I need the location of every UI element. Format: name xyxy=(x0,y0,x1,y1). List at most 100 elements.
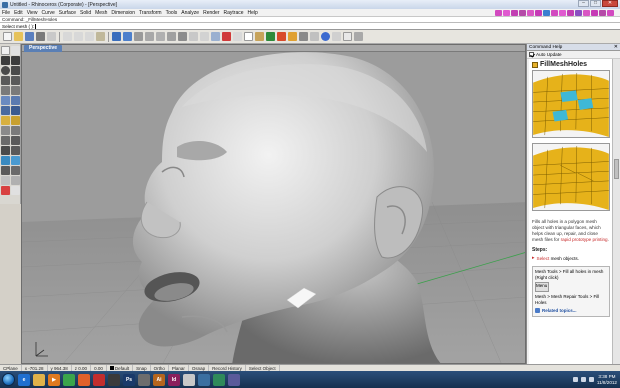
ie-icon[interactable]: e xyxy=(18,373,30,386)
app4-icon[interactable] xyxy=(228,373,240,386)
command-prompt[interactable]: Select mesh ( ): xyxy=(0,23,620,30)
menu-transform[interactable]: Transform xyxy=(139,10,162,16)
pdf-icon[interactable] xyxy=(93,373,105,386)
auto-update-checkbox[interactable]: Auto Update xyxy=(527,51,620,59)
clock[interactable]: 3:38 PM 11/8/2012 xyxy=(597,374,617,385)
maximize-button[interactable]: □ xyxy=(590,0,601,7)
acrobat-icon[interactable] xyxy=(183,373,195,386)
rotate-icon[interactable] xyxy=(1,156,10,165)
copy-object-icon[interactable] xyxy=(11,146,20,155)
polyline-icon[interactable] xyxy=(1,56,10,65)
rotate-view-icon[interactable] xyxy=(123,32,132,41)
app-icon[interactable] xyxy=(138,373,150,386)
point-icon[interactable] xyxy=(11,46,20,55)
arc-icon[interactable] xyxy=(11,66,20,75)
extrude-icon[interactable] xyxy=(11,96,20,105)
perspective-viewport[interactable]: Perspective xyxy=(21,44,526,364)
plugin-icon[interactable] xyxy=(567,10,574,16)
sphere-icon[interactable] xyxy=(11,106,20,115)
undo-view-icon[interactable] xyxy=(178,32,187,41)
curve-icon[interactable] xyxy=(1,86,10,95)
plugin-icon[interactable] xyxy=(503,10,510,16)
copy-icon[interactable] xyxy=(74,32,83,41)
cut-icon[interactable] xyxy=(63,32,72,41)
zoom-extents-icon[interactable] xyxy=(156,32,165,41)
plugin-icon[interactable] xyxy=(583,10,590,16)
open-folder-icon[interactable] xyxy=(14,32,23,41)
wireframe-icon[interactable] xyxy=(255,32,264,41)
media-player-icon[interactable]: ▶ xyxy=(48,373,60,386)
illustrator-icon[interactable]: Ai xyxy=(153,373,165,386)
layer-icon[interactable] xyxy=(233,32,242,41)
zoom-selected-icon[interactable] xyxy=(167,32,176,41)
plugin-icon[interactable] xyxy=(599,10,606,16)
fillet-icon[interactable] xyxy=(1,126,10,135)
viewport-title-tab[interactable]: Perspective xyxy=(24,45,63,52)
start-button[interactable] xyxy=(2,373,15,386)
menu-file[interactable]: File xyxy=(2,10,10,16)
trim-icon[interactable] xyxy=(11,126,20,135)
split-icon[interactable] xyxy=(1,136,10,145)
scrollbar-thumb[interactable] xyxy=(614,159,619,179)
light-icon[interactable] xyxy=(310,32,319,41)
dimension-icon[interactable] xyxy=(1,176,10,185)
zoom-window-icon[interactable] xyxy=(145,32,154,41)
analyze-icon[interactable] xyxy=(11,176,20,185)
move-icon[interactable] xyxy=(1,146,10,155)
select-arrow-icon[interactable] xyxy=(1,46,10,55)
array-icon[interactable] xyxy=(11,166,20,175)
photoshop-icon[interactable]: Ps xyxy=(123,373,135,386)
rendered-icon[interactable] xyxy=(277,32,286,41)
explorer-icon[interactable] xyxy=(33,373,45,386)
plugin-icon[interactable] xyxy=(495,10,502,16)
render-sphere-icon[interactable] xyxy=(321,32,330,41)
join-icon[interactable] xyxy=(11,136,20,145)
boolean-icon[interactable] xyxy=(11,116,20,125)
save-icon[interactable] xyxy=(25,32,34,41)
box-icon[interactable] xyxy=(1,106,10,115)
ghosted-icon[interactable] xyxy=(288,32,297,41)
close-button[interactable]: ✕ xyxy=(602,0,618,7)
menu-tools[interactable]: Tools xyxy=(166,10,178,16)
plane-icon[interactable] xyxy=(1,96,10,105)
plugin-icon[interactable] xyxy=(607,10,614,16)
scan-head-model[interactable] xyxy=(22,52,526,364)
render-icon[interactable] xyxy=(1,186,10,195)
checkbox-icon[interactable] xyxy=(529,52,534,57)
close-panel-icon[interactable]: ✕ xyxy=(614,44,618,51)
pan-icon[interactable] xyxy=(112,32,121,41)
flag-icon[interactable] xyxy=(588,377,594,382)
indesign-icon[interactable]: Id xyxy=(168,373,180,386)
menu-curve[interactable]: Curve xyxy=(41,10,54,16)
text-icon[interactable] xyxy=(11,86,20,95)
help-icon[interactable] xyxy=(354,32,363,41)
network-icon[interactable] xyxy=(572,377,578,382)
menu-mesh[interactable]: Mesh xyxy=(95,10,107,16)
menu-view[interactable]: View xyxy=(27,10,38,16)
menu-raytrace[interactable]: Raytrace xyxy=(224,10,244,16)
scale-icon[interactable] xyxy=(11,156,20,165)
chrome-icon[interactable] xyxy=(63,373,75,386)
mesh-icon[interactable] xyxy=(1,116,10,125)
xray-icon[interactable] xyxy=(299,32,308,41)
circle-icon[interactable] xyxy=(1,66,10,75)
rhino-icon[interactable] xyxy=(108,373,120,386)
plugin-icon[interactable] xyxy=(575,10,582,16)
named-views-icon[interactable] xyxy=(200,32,209,41)
polygon-icon[interactable] xyxy=(11,76,20,85)
menu-help[interactable]: Help xyxy=(248,10,258,16)
plugin-icon[interactable] xyxy=(527,10,534,16)
plugin-icon[interactable] xyxy=(559,10,566,16)
zoom-icon[interactable] xyxy=(134,32,143,41)
related-topics-link[interactable]: Related topics... xyxy=(535,308,607,314)
options-icon[interactable] xyxy=(343,32,352,41)
menu-dimension[interactable]: Dimension xyxy=(111,10,135,16)
plugin-icon[interactable] xyxy=(543,10,550,16)
print-icon[interactable] xyxy=(36,32,45,41)
volume-icon[interactable] xyxy=(580,377,586,382)
related-topics-label[interactable]: Related topics... xyxy=(542,308,577,314)
app2-icon[interactable] xyxy=(198,373,210,386)
shaded-icon[interactable] xyxy=(266,32,275,41)
properties-icon[interactable] xyxy=(47,32,56,41)
cplane-icon[interactable] xyxy=(211,32,220,41)
